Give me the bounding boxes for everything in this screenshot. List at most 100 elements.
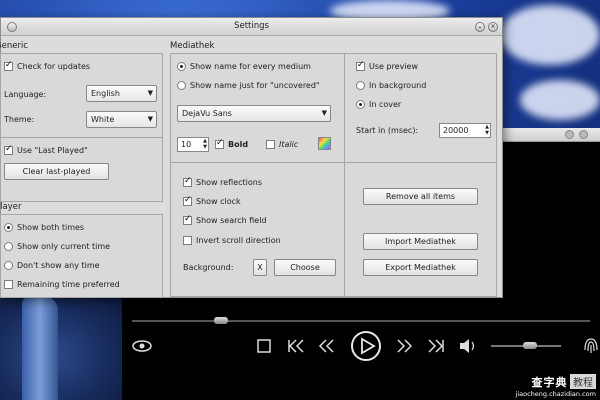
spin-arrows-icon[interactable]: ▲ ▼ <box>485 124 489 136</box>
seek-bar[interactable] <box>132 320 590 322</box>
name-every-medium-label: Show name for every medium <box>190 62 311 71</box>
name-every-medium-radio-button[interactable] <box>177 62 186 71</box>
player-group-label: Player <box>0 202 22 212</box>
show-clock-box[interactable] <box>183 195 192 206</box>
watermark-brand: 查字典 <box>531 376 568 389</box>
bold-checkbox[interactable]: Bold <box>215 138 248 149</box>
in-background-radio-button[interactable] <box>356 81 365 90</box>
show-current-time-radio[interactable]: Show only current time <box>4 242 110 251</box>
show-current-time-radio-button[interactable] <box>4 242 13 251</box>
show-reflections-box[interactable] <box>183 176 192 187</box>
font-value: DejaVu Sans <box>182 109 232 118</box>
show-both-times-radio-button[interactable] <box>4 223 13 232</box>
font-color-swatch[interactable] <box>318 137 331 150</box>
invert-scroll-label: Invert scroll direction <box>196 236 281 245</box>
language-label: Language: <box>4 90 47 99</box>
wallpaper-cloud <box>520 80 600 120</box>
dialog-titlebar: Settings ⌄ ✕ <box>1 18 502 36</box>
use-last-played-checkbox[interactable]: Use "Last Played" <box>4 144 88 155</box>
name-uncovered-label: Show name just for "uncovered" <box>190 81 320 90</box>
remove-all-items-button[interactable]: Remove all items <box>363 188 478 205</box>
show-both-times-radio[interactable]: Show both times <box>4 223 84 232</box>
background-clear-button[interactable]: X <box>253 259 267 276</box>
spin-arrows-icon[interactable]: ▲ ▼ <box>203 138 207 150</box>
italic-checkbox[interactable]: Italic <box>266 140 298 149</box>
font-select[interactable]: DejaVu Sans ▼ <box>177 105 331 122</box>
show-search-checkbox[interactable]: Show search field <box>183 214 267 225</box>
start-in-value: 20000 <box>443 126 469 135</box>
settings-dialog: Settings ⌄ ✕ Generic Check for updates L… <box>0 17 503 298</box>
background-choose-button[interactable]: Choose <box>274 259 336 276</box>
dont-show-time-radio[interactable]: Don't show any time <box>4 261 100 270</box>
rewind-icon[interactable] <box>317 338 335 354</box>
chevron-down-icon: ▼ <box>147 115 153 123</box>
mediathek-horizontal-separator <box>171 162 496 163</box>
volume-icon[interactable] <box>458 338 478 354</box>
chevron-down-icon: ▼ <box>321 109 327 117</box>
show-clock-checkbox[interactable]: Show clock <box>183 195 241 206</box>
player-minimize-button[interactable] <box>565 130 574 139</box>
remaining-time-checkbox[interactable]: Remaining time preferred <box>4 280 120 289</box>
use-last-played-box[interactable] <box>4 144 13 155</box>
in-cover-radio-button[interactable] <box>356 100 365 109</box>
remaining-time-box[interactable] <box>4 280 13 289</box>
volume-handle[interactable] <box>523 342 537 349</box>
name-uncovered-radio[interactable]: Show name just for "uncovered" <box>177 81 320 90</box>
invert-scroll-box[interactable] <box>183 236 192 245</box>
dont-show-time-label: Don't show any time <box>17 261 100 270</box>
seek-handle[interactable] <box>214 317 228 324</box>
fingerprint-icon[interactable] <box>582 336 600 356</box>
language-value: English <box>91 89 120 98</box>
theme-select[interactable]: White ▼ <box>86 111 157 128</box>
theme-value: White <box>91 115 115 124</box>
show-both-times-label: Show both times <box>17 223 85 232</box>
in-background-label: In background <box>369 81 427 90</box>
italic-label: Italic <box>279 140 299 149</box>
in-background-radio[interactable]: In background <box>356 81 426 90</box>
mediathek-group-label: Mediathek <box>170 41 215 51</box>
mediathek-vertical-separator <box>344 54 345 296</box>
dialog-title: Settings <box>234 21 269 31</box>
fast-forward-icon[interactable] <box>396 338 414 354</box>
theme-label: Theme: <box>4 115 35 124</box>
play-icon[interactable] <box>350 330 382 362</box>
watermark-tag: 教程 <box>570 374 596 389</box>
show-reflections-checkbox[interactable]: Show reflections <box>183 176 263 187</box>
show-search-label: Show search field <box>196 216 267 225</box>
use-preview-label: Use preview <box>369 62 419 71</box>
italic-box[interactable] <box>266 140 275 149</box>
name-every-medium-radio[interactable]: Show name for every medium <box>177 62 311 71</box>
font-size-spinbox[interactable]: 10 ▲ ▼ <box>177 137 209 152</box>
player-close-button[interactable] <box>579 130 588 139</box>
check-updates-box[interactable] <box>4 60 13 71</box>
remaining-time-label: Remaining time preferred <box>17 280 120 289</box>
minimize-button[interactable]: ⌄ <box>475 22 485 32</box>
show-search-box[interactable] <box>183 214 192 225</box>
use-preview-checkbox[interactable]: Use preview <box>356 60 419 71</box>
wallpaper-cloud <box>500 5 600 65</box>
dont-show-time-radio-button[interactable] <box>4 261 13 270</box>
show-reflections-label: Show reflections <box>196 178 263 187</box>
skip-forward-icon[interactable] <box>427 338 445 354</box>
wallpaper-landscape <box>0 290 130 400</box>
chevron-down-icon: ▼ <box>147 89 153 97</box>
watermark: 查字典 教程 jiaocheng.chazidian.com <box>516 374 596 398</box>
check-updates-checkbox[interactable]: Check for updates <box>4 60 90 71</box>
in-cover-radio[interactable]: In cover <box>356 100 401 109</box>
bold-box[interactable] <box>215 138 224 149</box>
watermark-url: jiaocheng.chazidian.com <box>515 390 596 398</box>
clear-last-played-button[interactable]: Clear last-played <box>4 163 109 180</box>
skip-back-icon[interactable] <box>287 338 305 354</box>
use-preview-box[interactable] <box>356 60 365 71</box>
stop-icon[interactable] <box>256 338 272 354</box>
name-uncovered-radio-button[interactable] <box>177 81 186 90</box>
use-last-played-label: Use "Last Played" <box>17 146 88 155</box>
close-button[interactable]: ✕ <box>488 22 498 32</box>
language-select[interactable]: English ▼ <box>86 85 157 102</box>
export-mediathek-button[interactable]: Export Mediathek <box>363 259 478 276</box>
invert-scroll-checkbox[interactable]: Invert scroll direction <box>183 236 281 245</box>
eye-icon[interactable] <box>132 339 152 353</box>
import-mediathek-button[interactable]: Import Mediathek <box>363 233 478 250</box>
show-current-time-label: Show only current time <box>17 242 111 251</box>
start-in-spinbox[interactable]: 20000 ▲ ▼ <box>439 123 491 138</box>
